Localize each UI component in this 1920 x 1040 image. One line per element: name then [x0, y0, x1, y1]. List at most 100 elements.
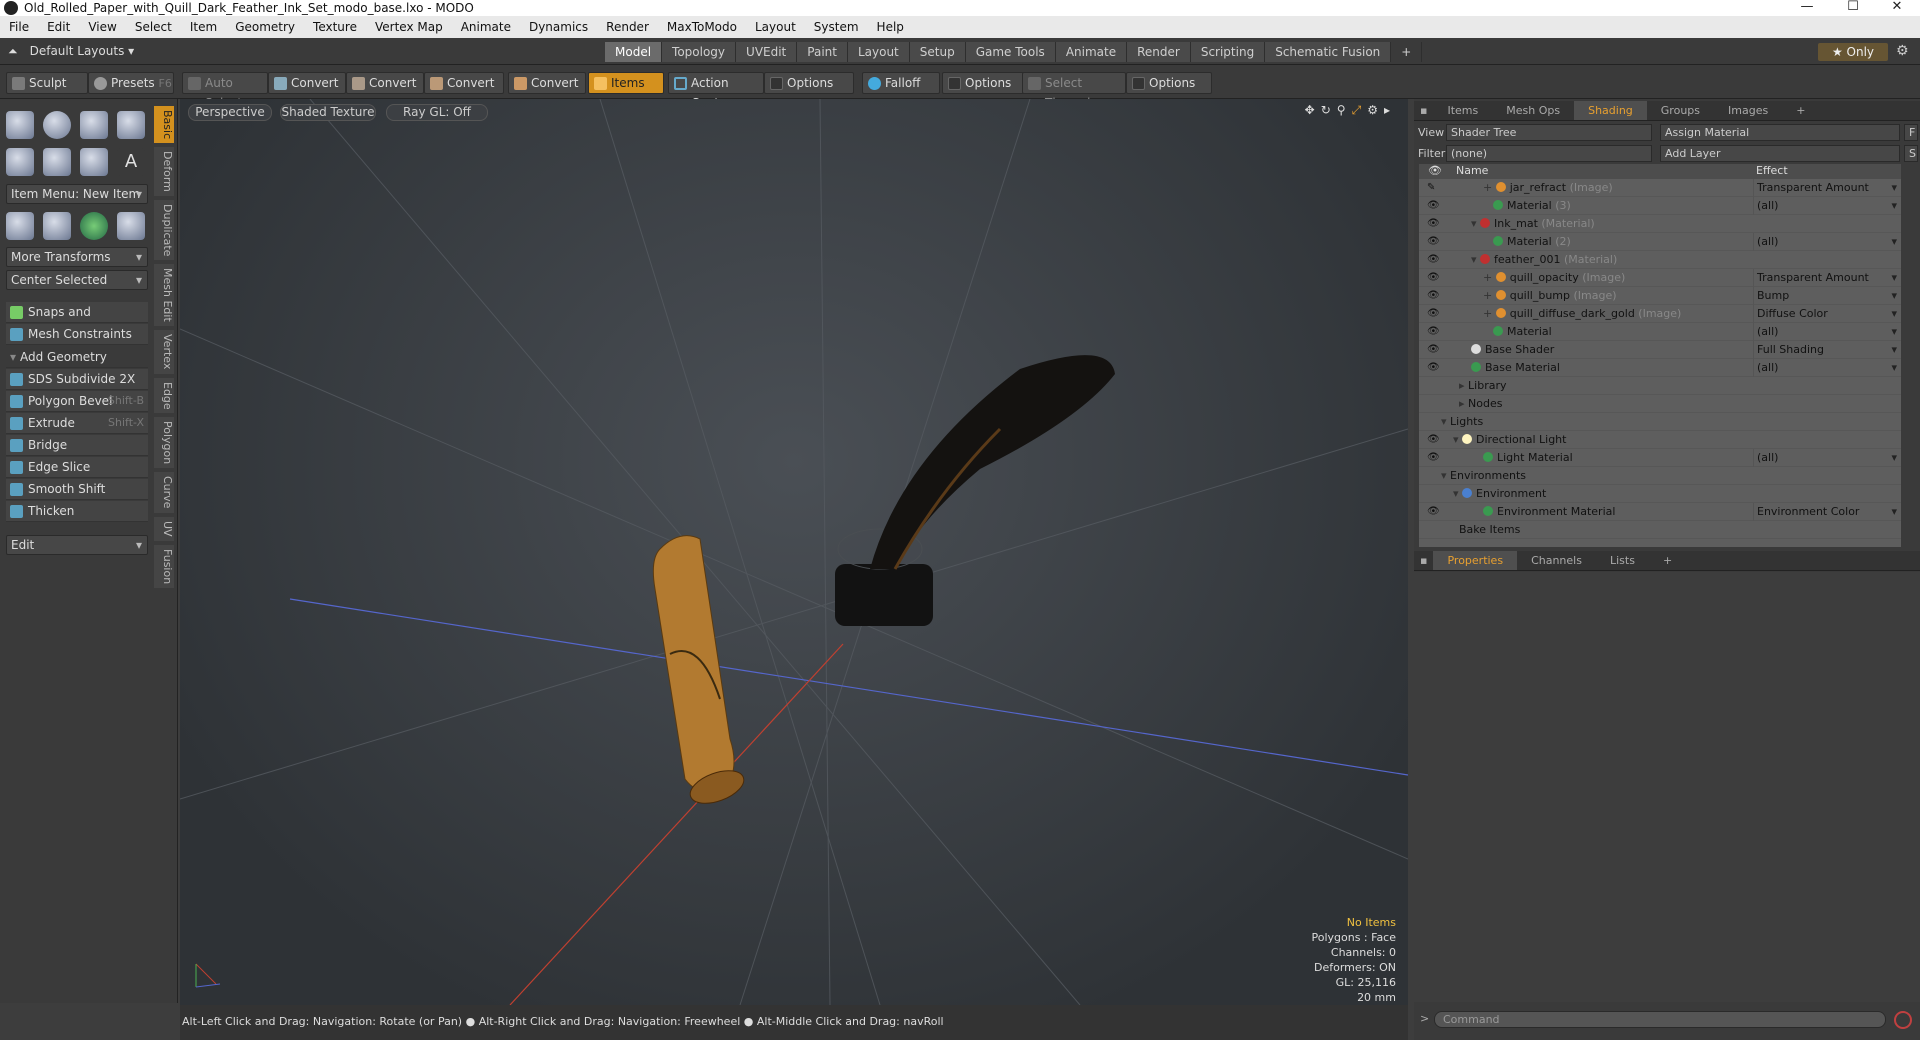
close-button[interactable]: ✕	[1874, 0, 1920, 16]
more-transforms-dropdown[interactable]: More Transforms	[6, 247, 148, 267]
tool-edge-slice[interactable]: Edge Slice	[6, 457, 148, 478]
tab-topology[interactable]: Topology	[662, 42, 737, 62]
expand-icon[interactable]: +	[1483, 289, 1496, 302]
move-view-icon[interactable]: ✥	[1305, 103, 1315, 118]
menu-render[interactable]: Render	[597, 20, 658, 34]
tree-row[interactable]: ▾ Lights	[1419, 413, 1901, 431]
menu-edit[interactable]: Edit	[38, 20, 79, 34]
eye-icon[interactable]: 👁	[1427, 305, 1440, 323]
menu-layout[interactable]: Layout	[746, 20, 805, 34]
eye-icon[interactable]: 👁	[1427, 233, 1440, 251]
zoom-view-icon[interactable]: ⚲	[1337, 103, 1346, 118]
falloff-options-button[interactable]: Options	[942, 72, 1024, 94]
tree-row[interactable]: 👁 Base Material (all)	[1419, 359, 1901, 377]
vtab-polygon[interactable]: Polygon	[154, 417, 174, 469]
tree-row[interactable]: 👁 Environment Material Environment Color	[1419, 503, 1901, 521]
menu-dynamics[interactable]: Dynamics	[520, 20, 597, 34]
tab-render[interactable]: Render	[1127, 42, 1191, 62]
transform-icon[interactable]	[6, 212, 34, 240]
cone-icon[interactable]	[117, 111, 145, 139]
tab-layout[interactable]: Layout	[847, 42, 910, 62]
presets-button[interactable]: Presets F6	[88, 72, 174, 94]
convert-items-button[interactable]: Convert	[508, 72, 586, 94]
tree-row[interactable]: ▾ Environments	[1419, 467, 1901, 485]
torus-icon[interactable]	[6, 148, 34, 176]
eye-icon[interactable]: 👁	[1427, 359, 1440, 377]
eye-icon[interactable]: 👁	[1427, 215, 1440, 233]
name-column-header[interactable]: Name	[1456, 164, 1488, 177]
fit-view-icon[interactable]: ⤢	[1352, 103, 1362, 118]
tab-items[interactable]: Items	[1433, 101, 1492, 120]
cylinder-icon[interactable]	[80, 111, 108, 139]
vtab-duplicate[interactable]: Duplicate	[154, 200, 174, 261]
tool-smooth-shift[interactable]: Smooth Shift	[6, 479, 148, 500]
s-button[interactable]: S	[1904, 145, 1918, 162]
collapse-icon[interactable]: ▾	[1471, 253, 1480, 266]
vtab-mesh-edit[interactable]: Mesh Edit	[154, 264, 174, 327]
tab-scripting[interactable]: Scripting	[1190, 42, 1266, 62]
sculpt-button[interactable]: Sculpt	[6, 72, 88, 94]
globe-icon[interactable]	[80, 212, 108, 240]
tool-sds-subdivide[interactable]: SDS Subdivide 2X	[6, 369, 148, 390]
collapse-icon[interactable]: ▾	[1441, 415, 1450, 428]
tool-thicken[interactable]: Thicken	[6, 501, 148, 522]
menu-view[interactable]: View	[79, 20, 125, 34]
menu-maxtomodo[interactable]: MaxToModo	[658, 20, 746, 34]
eye-icon[interactable]: 👁	[1427, 431, 1440, 449]
tree-row[interactable]: 👁 Base Shader Full Shading	[1419, 341, 1901, 359]
vtab-curve[interactable]: Curve	[154, 472, 174, 513]
vtab-vertex[interactable]: Vertex	[154, 330, 174, 374]
panel-menu-icon[interactable]: ▪	[1414, 551, 1433, 570]
collapse-icon[interactable]: ▾	[1453, 433, 1462, 446]
tree-row[interactable]: 👁 + quill_opacity (Image) Transparent Amou…	[1419, 269, 1901, 287]
tab-shading[interactable]: Shading	[1574, 101, 1647, 120]
tree-row[interactable]: ▸ Library	[1419, 377, 1901, 395]
view-dropdown[interactable]: Shader Tree	[1446, 124, 1652, 141]
snaps-precision-button[interactable]: Snaps and Precision	[6, 302, 148, 339]
sphere-icon[interactable]	[43, 111, 71, 139]
tree-row[interactable]: 👁 ▾ Directional Light	[1419, 431, 1901, 449]
eye-icon[interactable]: 👁	[1427, 323, 1440, 341]
vtab-deform[interactable]: Deform	[154, 147, 174, 197]
shading-mode-button[interactable]: Shaded Texture	[280, 104, 376, 121]
tab-schematic-fusion[interactable]: Schematic Fusion	[1265, 42, 1392, 62]
center-selected-dropdown[interactable]: Center Selected	[6, 270, 148, 290]
mesh-constraints-button[interactable]: Mesh Constraints	[6, 324, 148, 345]
tab-game-tools[interactable]: Game Tools	[965, 42, 1056, 62]
collapse-icon[interactable]: ▾	[1441, 469, 1450, 482]
effect-column-header[interactable]: Effect	[1756, 164, 1788, 177]
convert-edges-button[interactable]: Convert	[346, 72, 424, 94]
eye-icon[interactable]: 👁	[1427, 287, 1440, 305]
add-tab-button[interactable]: +	[1391, 42, 1423, 62]
eye-icon[interactable]: 👁	[1427, 251, 1440, 269]
gear-icon[interactable]: ⚙	[1896, 43, 1909, 59]
tab-paint[interactable]: Paint	[797, 42, 848, 62]
expand-icon[interactable]: +	[1483, 181, 1496, 194]
tree-row[interactable]: ▾ Environment	[1419, 485, 1901, 503]
eye-icon[interactable]: 👁	[1427, 197, 1440, 215]
tree-row[interactable]: 👁 + quill_diffuse_dark_gold (Image) Diffus…	[1419, 305, 1901, 323]
falloff-button[interactable]: Falloff	[862, 72, 940, 94]
filter-dropdown[interactable]: (none)	[1446, 145, 1652, 162]
tree-row[interactable]: 👁 ▾ Ink_mat (Material)	[1419, 215, 1901, 233]
raygl-toggle[interactable]: Ray GL: Off	[386, 104, 488, 121]
assign-material-button[interactable]: Assign Material	[1660, 124, 1900, 141]
convert-polygons-button[interactable]: Convert	[424, 72, 504, 94]
pyramid-icon[interactable]	[117, 212, 145, 240]
expand-icon[interactable]: +	[1483, 271, 1496, 284]
capsule-icon[interactable]	[43, 148, 71, 176]
convert-vertices-button[interactable]: Convert	[268, 72, 346, 94]
tree-row[interactable]: 👁 Material (3) (all)	[1419, 197, 1901, 215]
viewport-expand-icon[interactable]: ▸	[1384, 103, 1390, 118]
select-through-button[interactable]: Select Through	[1022, 72, 1126, 110]
menu-system[interactable]: System	[805, 20, 868, 34]
command-input[interactable]: Command	[1434, 1011, 1886, 1028]
collapse-icon[interactable]: ▾	[1471, 217, 1480, 230]
select-options-button[interactable]: Options	[1126, 72, 1212, 94]
tab-properties[interactable]: Properties	[1433, 551, 1518, 570]
tab-setup[interactable]: Setup	[909, 42, 966, 62]
tab-mesh-ops[interactable]: Mesh Ops	[1492, 101, 1574, 120]
tab-animate[interactable]: Animate	[1055, 42, 1128, 62]
menu-select[interactable]: Select	[126, 20, 181, 34]
maximize-button[interactable]: ☐	[1830, 0, 1876, 16]
